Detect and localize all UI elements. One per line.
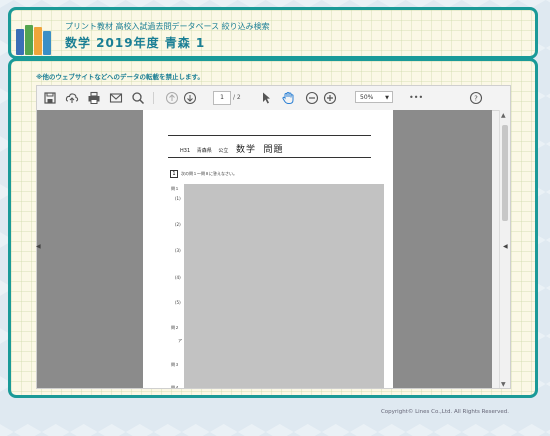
header-subtitle: プリント教材 高校入試過去問データベース 絞り込み検索 — [65, 22, 270, 31]
left-gutter — [37, 110, 143, 388]
page-total: / 2 — [233, 94, 241, 101]
document-page: H31 青森県 公立 数学 問題 1 次の問１～問８に答えなさい。 問１ (1)… — [143, 110, 393, 388]
pdf-toolbar: 1 / 2 50% ▼ ••• ? — [37, 86, 510, 111]
hand-icon[interactable] — [281, 91, 295, 105]
copyright-notice: ※他のウェブサイトなどへのデータの転載を禁止します。 — [36, 73, 204, 81]
header-panel: プリント教材 高校入試過去問データベース 絞り込み検索 数学 2019年度 青森… — [8, 7, 538, 59]
print-icon[interactable] — [87, 91, 101, 105]
scrollbar-thumb[interactable] — [502, 125, 508, 221]
collapse-left-icon[interactable]: ◀ — [36, 243, 41, 250]
scroll-down-icon[interactable]: ▼ — [501, 381, 506, 388]
chevron-down-icon: ▼ — [385, 95, 389, 101]
books-logo-icon — [16, 19, 52, 55]
more-options-icon[interactable]: ••• — [409, 91, 423, 105]
upload-icon[interactable] — [65, 91, 79, 105]
up-arrow-icon[interactable] — [165, 91, 179, 105]
svg-text:?: ? — [474, 95, 478, 103]
zoom-in-icon[interactable] — [323, 91, 337, 105]
zoom-value: 50% — [360, 94, 374, 101]
zoom-out-icon[interactable] — [305, 91, 319, 105]
pdf-viewer[interactable]: 1 / 2 50% ▼ ••• ? H31 青森県 公立 数学 問題 1 次の問… — [36, 85, 511, 389]
mail-icon[interactable] — [109, 91, 123, 105]
search-icon[interactable] — [131, 91, 145, 105]
collapse-right-icon[interactable]: ◀ — [503, 243, 508, 250]
redacted-content-area — [184, 184, 384, 388]
document-heading: H31 青森県 公立 数学 問題 — [180, 145, 284, 155]
right-gutter — [393, 110, 492, 388]
question-number: 1 — [170, 170, 178, 178]
save-icon[interactable] — [43, 91, 57, 105]
footer-copyright: Copyright© Lines Co.,Ltd. All Rights Res… — [380, 409, 509, 415]
zoom-select[interactable]: 50% ▼ — [355, 91, 393, 103]
page-number-input[interactable]: 1 — [213, 91, 231, 105]
main-panel: ※他のウェブサイトなどへのデータの転載を禁止します。 1 / 2 50% ▼ •… — [8, 58, 538, 398]
question-instruction: 次の問１～問８に答えなさい。 — [181, 171, 237, 176]
page-title: 数学 2019年度 青森 1 — [65, 36, 206, 50]
pointer-icon[interactable] — [259, 91, 273, 105]
help-icon[interactable]: ? — [469, 91, 483, 105]
scroll-up-icon[interactable]: ▲ — [501, 112, 506, 119]
down-arrow-icon[interactable] — [183, 91, 197, 105]
